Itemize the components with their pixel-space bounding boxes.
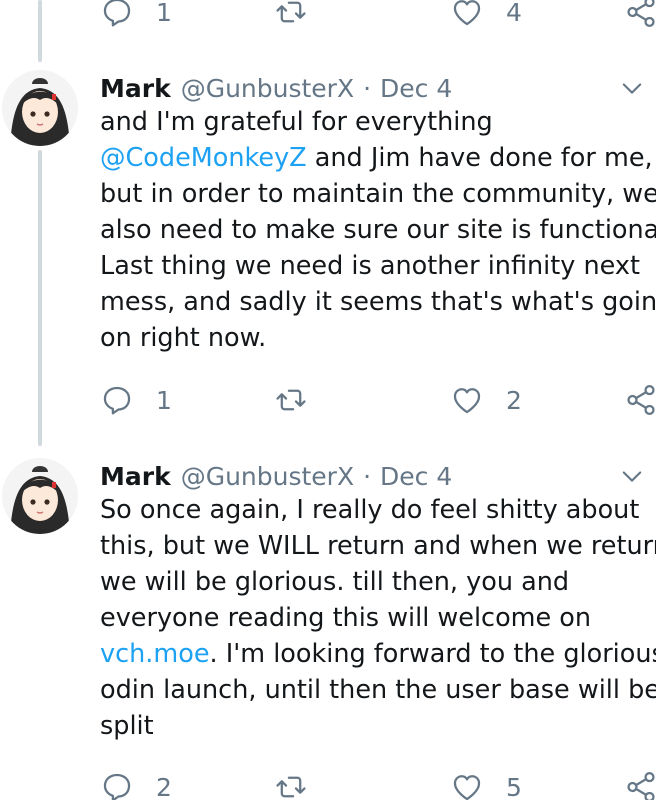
like-button[interactable]: 4 [450,0,522,32]
separator: · [363,73,372,103]
tweet-text-line: but in order to maintain the community, … [100,176,656,212]
heart-icon [453,388,481,414]
tweet-header: Mark @GunbusterX · Dec 4 [100,458,452,494]
retweet-icon [276,389,306,411]
tweet-text-line: and I'm grateful for everything [100,104,656,140]
tweet-text-line: we will be glorious. till then, you and [100,564,656,600]
url-link[interactable]: vch.moe [100,639,210,669]
text-span: Last thing we need is another infinity n… [100,251,640,281]
tweet-actions: 2 5 [0,767,656,800]
reply-icon [103,773,131,800]
text-span: we will be glorious. till then, you and [100,567,570,597]
retweet-button[interactable] [274,767,308,800]
text-span: on right now. [100,323,267,353]
tweet-text-line: odin launch, until then the user base wi… [100,672,656,708]
text-span: but in order to maintain the community, … [100,179,656,209]
display-name[interactable]: Mark [100,462,171,491]
like-button[interactable]: 5 [450,767,522,800]
username[interactable]: @GunbusterX [181,462,354,491]
chevron-down-icon[interactable] [618,462,646,490]
tweet-text-line: @CodeMonkeyZ and Jim have done for me, [100,140,656,176]
tweet-text-line: So once again, I really do feel shitty a… [100,492,656,528]
text-span: . I'm looking forward to the glorious [209,639,656,669]
reply-button[interactable]: 1 [100,0,172,32]
heart-icon [453,0,481,26]
tweet-text-line: also need to make sure our site is funct… [100,212,656,248]
reply-count: 1 [156,385,172,415]
retweet-icon [276,1,306,23]
like-count: 2 [506,385,522,415]
text-span: and I'm grateful for everything [100,107,493,137]
share-icon [627,771,655,800]
text-span: also need to make sure our site is funct… [100,215,656,245]
reply-count: 2 [156,772,172,800]
text-span: split [100,711,154,741]
tweet-text-line: vch.moe. I'm looking forward to the glor… [100,636,656,672]
tweet-text: and I'm grateful for everything @CodeMon… [100,104,656,356]
avatar-image [2,70,78,146]
share-icon [627,384,655,416]
text-span: mess, and sadly it seems that's what's g… [100,287,656,317]
reply-button[interactable]: 2 [100,767,172,800]
tweet-actions-top: 1 4 [0,0,656,32]
timestamp[interactable]: Dec 4 [380,74,452,103]
tweet-text-line: this, but we WILL return and when we ret… [100,528,656,564]
text-span: this, but we WILL return and when we ret… [100,531,656,561]
separator: · [363,461,372,491]
share-button[interactable] [624,0,656,32]
text-span: So once again, I really do feel shitty a… [100,495,640,525]
tweet-actions: 1 2 [0,380,656,420]
text-span: odin launch, until then the user base wi… [100,675,656,705]
display-name[interactable]: Mark [100,74,171,103]
avatar[interactable] [2,458,78,534]
tweet-text-line: everyone reading this will welcome on [100,600,656,636]
share-icon [627,0,655,28]
avatar[interactable] [2,70,78,146]
tweet-header: Mark @GunbusterX · Dec 4 [100,70,452,106]
reply-icon [103,386,131,415]
reply-icon [103,0,131,27]
heart-icon [453,775,481,800]
tweet-text: So once again, I really do feel shitty a… [100,492,656,744]
retweet-icon [276,776,306,798]
mention-link[interactable]: @CodeMonkeyZ [100,143,307,173]
text-span: everyone reading this will welcome on [100,603,592,633]
retweet-button[interactable] [274,380,308,420]
tweet-text-line: Last thing we need is another infinity n… [100,248,656,284]
timestamp[interactable]: Dec 4 [380,462,452,491]
share-button[interactable] [624,380,656,420]
retweet-button[interactable] [274,0,308,32]
tweet-text-line: split [100,708,656,744]
reply-count: 1 [156,0,172,27]
tweet-text-line: on right now. [100,320,656,356]
share-button[interactable] [624,767,656,800]
reply-button[interactable]: 1 [100,380,172,420]
avatar-image [2,458,78,534]
tweet[interactable]: Mark @GunbusterX · Dec 4 and I'm gratefu… [0,70,656,400]
tweet-text-line: mess, and sadly it seems that's what's g… [100,284,656,320]
tweet[interactable]: Mark @GunbusterX · Dec 4 So once again, … [0,458,656,758]
chevron-down-icon[interactable] [618,74,646,102]
like-count: 5 [506,772,522,800]
text-span: and Jim have done for me, [306,143,653,173]
like-button[interactable]: 2 [450,380,522,420]
like-count: 4 [506,0,522,27]
username[interactable]: @GunbusterX [181,74,354,103]
